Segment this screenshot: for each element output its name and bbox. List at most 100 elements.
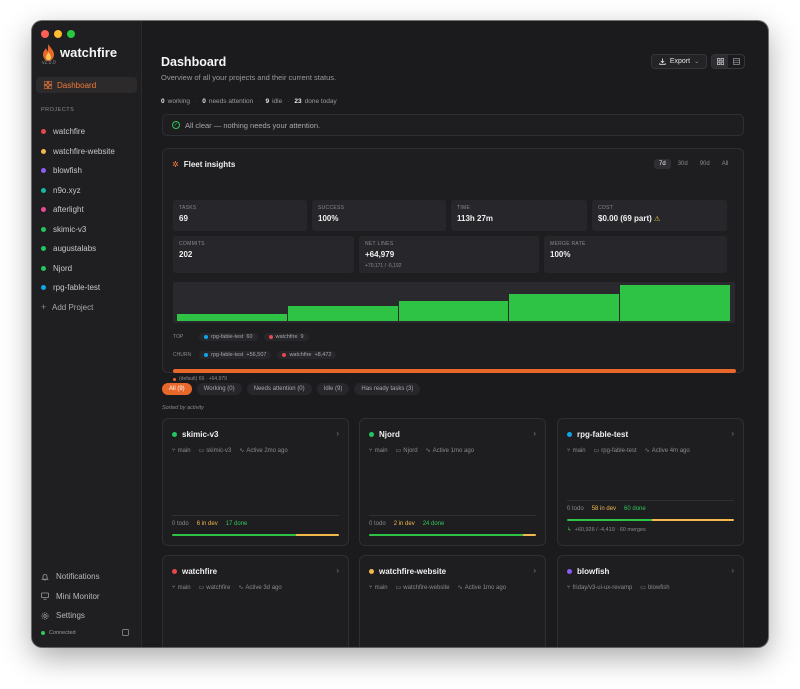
sidebar-item-njord[interactable]: Njord <box>41 259 115 279</box>
project-dot-icon <box>41 246 46 252</box>
task-progress-bar <box>172 534 339 536</box>
activity-icon: ∿ <box>644 448 650 454</box>
project-dot-icon <box>41 207 46 213</box>
export-button[interactable]: Export ⌄ <box>651 54 707 69</box>
sidebar-collapse-icon[interactable] <box>122 629 129 636</box>
folder: ▭ rpg-fable-test <box>594 447 637 455</box>
card-header: watchfire <box>172 567 217 576</box>
project-card[interactable]: blowfish › ⑂ friday/v3-ui-ux-revamp ▭ blowfis… <box>557 555 744 647</box>
tile-label: COMMITS <box>179 241 205 247</box>
status-summary: 0 working · 0 needs attention · 9 idle ·… <box>161 98 337 105</box>
done-label: done today <box>304 98 337 105</box>
progress-dev <box>522 534 536 536</box>
activity-icon: ∿ <box>457 585 463 591</box>
branch: ⑂ main <box>369 447 388 454</box>
cost-tile: COST $0.00 (69 part) ⚠ <box>592 200 727 231</box>
dashboard-icon <box>44 81 52 89</box>
sidebar-item-watchfire[interactable]: watchfire <box>41 122 115 142</box>
project-card[interactable]: watchfire › ⑂ main ▭ watchfire ∿ Active 3d ago <box>162 555 349 647</box>
range-90d[interactable]: 90d <box>695 159 715 169</box>
activity-bar-chart <box>173 282 735 323</box>
sidebar-item-blowfish[interactable]: blowfish <box>41 161 115 181</box>
sidebar-item-label: n9o.xyz <box>53 185 81 195</box>
project-dot-icon <box>567 432 572 437</box>
tile-value: +64,979 <box>365 250 395 259</box>
add-project-label: Add Project <box>52 302 94 312</box>
activity-time: Active 4m ago <box>651 447 690 454</box>
branch-name: main <box>572 447 586 454</box>
sidebar-item-n9o-xyz[interactable]: n9o.xyz <box>41 181 115 201</box>
fleet-insights-panel: ✲ Fleet insights 7d 30d 90d All TASKS 69 SU… <box>162 148 744 382</box>
chevron-right-icon[interactable]: › <box>533 429 536 438</box>
card-meta: ⑂ friday/v3-ui-ux-revamp ▭ blowfish <box>567 584 670 592</box>
filter-needs-attention[interactable]: Needs attention (0) <box>246 383 312 395</box>
sidebar-item-watchfire-website[interactable]: watchfire-website <box>41 142 115 162</box>
add-project-button[interactable]: + Add Project <box>41 298 115 317</box>
sidebar: watchfire v2.0.0 Dashboard PROJECTS watc… <box>32 21 142 647</box>
idle-count: 9 <box>265 98 270 105</box>
branch: ⑂ main <box>369 584 388 591</box>
card-meta: ⑂ main ▭ Njord ∿ Active 1mo ago <box>369 447 474 455</box>
chevron-right-icon[interactable]: › <box>336 429 339 438</box>
sidebar-item-notifications[interactable]: Notifications <box>41 567 100 587</box>
tasks-tile: TASKS 69 <box>173 200 307 231</box>
filter-idle[interactable]: Idle (9) <box>316 383 350 395</box>
filter-working[interactable]: Working (0) <box>196 383 242 395</box>
sidebar-item-rpg-fable-test[interactable]: rpg-fable-test <box>41 278 115 298</box>
project-card[interactable]: rpg-fable-test › ⑂ main ▭ rpg-fable-test ∿ Acti… <box>557 418 744 546</box>
branch-name: main <box>374 584 388 591</box>
sidebar-item-dashboard[interactable]: Dashboard <box>36 77 137 93</box>
attention-count: 0 <box>202 98 206 105</box>
project-card[interactable]: watchfire-website › ⑂ main ▭ watchfire-websit… <box>359 555 546 647</box>
tile-label: TASKS <box>179 205 197 211</box>
filter-count: (9) <box>177 386 185 392</box>
list-view-button[interactable] <box>728 55 744 68</box>
filter-has-ready-tasks[interactable]: Has ready tasks (3) <box>354 383 421 395</box>
range-7d[interactable]: 7d <box>654 159 671 169</box>
sidebar-item-augustalabs[interactable]: augustalabs <box>41 239 115 259</box>
close-window-button[interactable] <box>41 30 49 38</box>
sidebar-item-label: watchfire-website <box>53 146 115 156</box>
grid-view-button[interactable] <box>712 55 728 68</box>
range-30d[interactable]: 30d <box>673 159 693 169</box>
sidebar-item-label: Njord <box>53 263 73 273</box>
export-label: Export <box>669 58 691 65</box>
card-title: Njord <box>379 430 400 439</box>
chevron-right-icon[interactable]: › <box>731 566 734 575</box>
activity-time: Active 2mo ago <box>246 447 288 454</box>
project-card[interactable]: Njord › ⑂ main ▭ Njord ∿ Active 1mo ago 0 todo 2 … <box>359 418 546 546</box>
check-circle-icon: ✓ <box>172 121 180 129</box>
tile-value: 100% <box>318 214 339 223</box>
flame-icon <box>42 44 55 61</box>
card-divider <box>567 500 734 501</box>
chevron-right-icon[interactable]: › <box>336 566 339 575</box>
project-card[interactable]: skimic-v3 › ⑂ main ▭ skimic-v3 ∿ Active 2mo ago… <box>162 418 349 546</box>
bell-icon <box>41 573 49 581</box>
sidebar-item-settings[interactable]: Settings <box>41 606 100 626</box>
project-dot-icon <box>41 187 46 193</box>
chevron-right-icon[interactable]: › <box>731 429 734 438</box>
minimize-window-button[interactable] <box>54 30 62 38</box>
range-all[interactable]: All <box>717 159 734 169</box>
sidebar-item-afterlight[interactable]: afterlight <box>41 200 115 220</box>
filter-all[interactable]: All (9) <box>162 383 192 395</box>
connection-status: Connected <box>41 630 76 636</box>
progress-done <box>567 519 653 521</box>
activity: ∿ Active 3d ago <box>238 584 281 592</box>
chevron-right-icon[interactable]: › <box>533 566 536 575</box>
progress-dev <box>295 534 339 536</box>
sidebar-item-mini-monitor[interactable]: Mini Monitor <box>41 587 100 607</box>
zoom-window-button[interactable] <box>67 30 75 38</box>
all-clear-text: All clear — nothing needs your attention… <box>185 120 321 130</box>
idle-label: idle <box>272 98 283 105</box>
sidebar-item-label: augustalabs <box>53 244 97 254</box>
success-tile: SUCCESS 100% <box>312 200 446 231</box>
default-dot-icon <box>173 377 176 381</box>
sidebar-item-skimic-v3[interactable]: skimic-v3 <box>41 220 115 240</box>
filter-label: All <box>169 386 176 392</box>
project-dot-icon <box>282 353 287 357</box>
folder-icon: ▭ <box>640 585 646 591</box>
main-content: Dashboard Overview of all your projects … <box>143 21 768 647</box>
branch-icon: ⑂ <box>172 584 176 591</box>
project-dot-icon <box>369 569 374 574</box>
